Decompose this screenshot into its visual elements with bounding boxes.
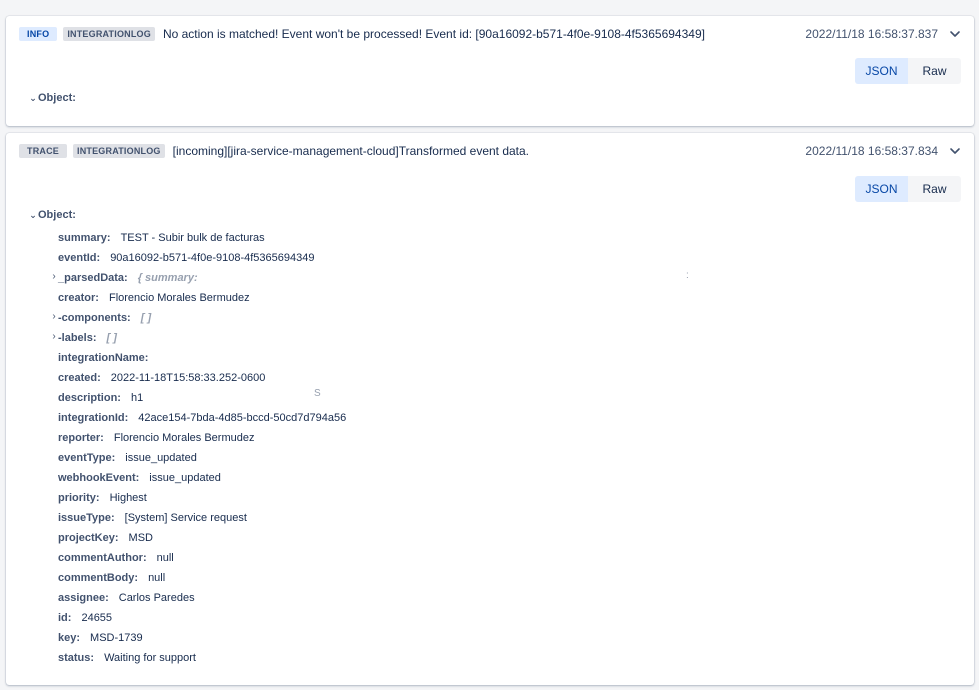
field-key: webhookEvent:: [58, 472, 140, 484]
view-toggle: JSON Raw: [855, 58, 961, 84]
log-timestamp: 2022/11/18 16:58:37.837: [805, 27, 938, 41]
field-key: priority:: [58, 492, 100, 504]
tree-row: id: 24655: [46, 608, 974, 628]
caret-down-icon: ⌄: [29, 209, 37, 220]
tree-row: eventId: 90a16092-b571-4f0e-9108-4f536569…: [46, 248, 974, 268]
log-message: [incoming][jira-service-management-cloud…: [172, 144, 530, 158]
field-value: 2022-11-18T15:58:33.252-0600: [110, 372, 266, 384]
log-entry-trace: TRACE INTEGRATIONLOG [incoming][jira-ser…: [6, 133, 974, 685]
field-key: reporter:: [58, 432, 104, 444]
source-badge: INTEGRATIONLOG: [63, 27, 155, 41]
tree-row: assignee: Carlos Paredes: [46, 588, 974, 608]
raw-view-button[interactable]: Raw: [908, 176, 961, 202]
chevron-down-icon[interactable]: [948, 27, 962, 41]
field-key: description:: [58, 392, 121, 404]
field-value: issue_updated: [125, 452, 197, 464]
field-key: -labels:: [58, 332, 97, 344]
caret-down-icon: ⌄: [29, 92, 37, 103]
field-value: Florencio Morales Bermudez: [108, 292, 250, 304]
tree-row: eventType: issue_updated: [46, 448, 974, 468]
tree-row: description: h1: [46, 388, 974, 408]
tree-row: integrationName:: [46, 348, 974, 368]
field-value: TEST - Subir bulk de facturas: [120, 232, 265, 244]
tree-row: creator: Florencio Morales Bermudez: [46, 288, 974, 308]
tree-row: key: MSD-1739: [46, 628, 974, 648]
field-value: Waiting for support: [104, 652, 196, 664]
tree-row[interactable]: › -labels: [ ]: [46, 328, 974, 348]
tree-row[interactable]: › -components: [ ]: [46, 308, 974, 328]
chevron-down-icon[interactable]: [948, 144, 962, 158]
field-value: [ ]: [106, 332, 117, 344]
object-root[interactable]: ⌄ Object:: [28, 209, 76, 221]
tree-row: projectKey: MSD: [46, 528, 974, 548]
field-value: 42ace154-7bda-4d85-bccd-50cd7d794a56: [138, 412, 347, 424]
log-entry-info: INFO INTEGRATIONLOG No action is matched…: [6, 16, 974, 126]
level-badge: INFO: [19, 27, 58, 41]
view-toggle: JSON Raw: [855, 176, 961, 202]
stray-mark: :: [686, 270, 689, 281]
tree-row: commentBody: null: [46, 568, 974, 588]
tree-row: priority: Highest: [46, 488, 974, 508]
field-key: issueType:: [58, 512, 115, 524]
tree-row: commentAuthor: null: [46, 548, 974, 568]
object-root[interactable]: ⌄ Object:: [28, 92, 76, 104]
field-value: Highest: [109, 492, 147, 504]
raw-view-button[interactable]: Raw: [908, 58, 961, 84]
field-key: projectKey:: [58, 532, 119, 544]
field-key: _parsedData:: [58, 272, 128, 284]
field-key: commentBody:: [58, 572, 139, 584]
field-value: h1: [130, 392, 144, 404]
object-tree: summary: TEST - Subir bulk de facturas eve…: [46, 228, 974, 668]
caret-right-icon[interactable]: ›: [49, 331, 59, 342]
field-value: Florencio Morales Bermudez: [113, 432, 255, 444]
object-root-label: Object:: [38, 209, 76, 221]
field-key: assignee:: [58, 592, 109, 604]
tree-row: webhookEvent: issue_updated: [46, 468, 974, 488]
field-value: null: [148, 572, 166, 584]
field-key: integrationId:: [58, 412, 129, 424]
tree-row[interactable]: › _parsedData: { summary:: [46, 268, 974, 288]
json-view-button[interactable]: JSON: [855, 58, 908, 84]
tree-row: status: Waiting for support: [46, 648, 974, 668]
caret-right-icon[interactable]: ›: [49, 311, 59, 322]
field-value: [System] Service request: [124, 512, 247, 524]
field-value: [ ]: [140, 312, 152, 324]
field-value: { summary:: [137, 272, 198, 284]
tree-row: issueType: [System] Service request: [46, 508, 974, 528]
field-key: integrationName:: [58, 352, 149, 364]
field-value: MSD-1739: [90, 632, 143, 644]
field-key: status:: [58, 652, 95, 664]
field-value: MSD: [128, 532, 153, 544]
field-value: Carlos Paredes: [118, 592, 195, 604]
source-badge: INTEGRATIONLOG: [73, 144, 165, 158]
field-key: eventType:: [58, 452, 116, 464]
level-badge: TRACE: [19, 144, 67, 158]
field-value: 90a16092-b571-4f0e-9108-4f5365694349: [110, 252, 315, 264]
field-key: summary:: [58, 232, 111, 244]
object-root-label: Object:: [38, 92, 76, 104]
log-message: No action is matched! Event won't be pro…: [162, 27, 705, 41]
log-timestamp: 2022/11/18 16:58:37.834: [805, 144, 938, 158]
field-value: 24655: [81, 612, 113, 624]
field-value: issue_updated: [149, 472, 221, 484]
caret-right-icon[interactable]: ›: [49, 271, 59, 282]
json-view-button[interactable]: JSON: [855, 176, 908, 202]
stray-mark: S: [314, 388, 321, 399]
field-key: id:: [58, 612, 72, 624]
field-value: null: [156, 552, 174, 564]
field-key: eventId:: [58, 252, 101, 264]
field-key: creator:: [58, 292, 99, 304]
field-key: key:: [58, 632, 81, 644]
tree-row: integrationId: 42ace154-7bda-4d85-bccd-50…: [46, 408, 974, 428]
tree-row: summary: TEST - Subir bulk de facturas: [46, 228, 974, 248]
tree-row: reporter: Florencio Morales Bermudez: [46, 428, 974, 448]
tree-row: created: 2022-11-18T15:58:33.252-0600: [46, 368, 974, 388]
field-key: created:: [58, 372, 101, 384]
field-key: commentAuthor:: [58, 552, 147, 564]
field-key: -components:: [58, 312, 131, 324]
